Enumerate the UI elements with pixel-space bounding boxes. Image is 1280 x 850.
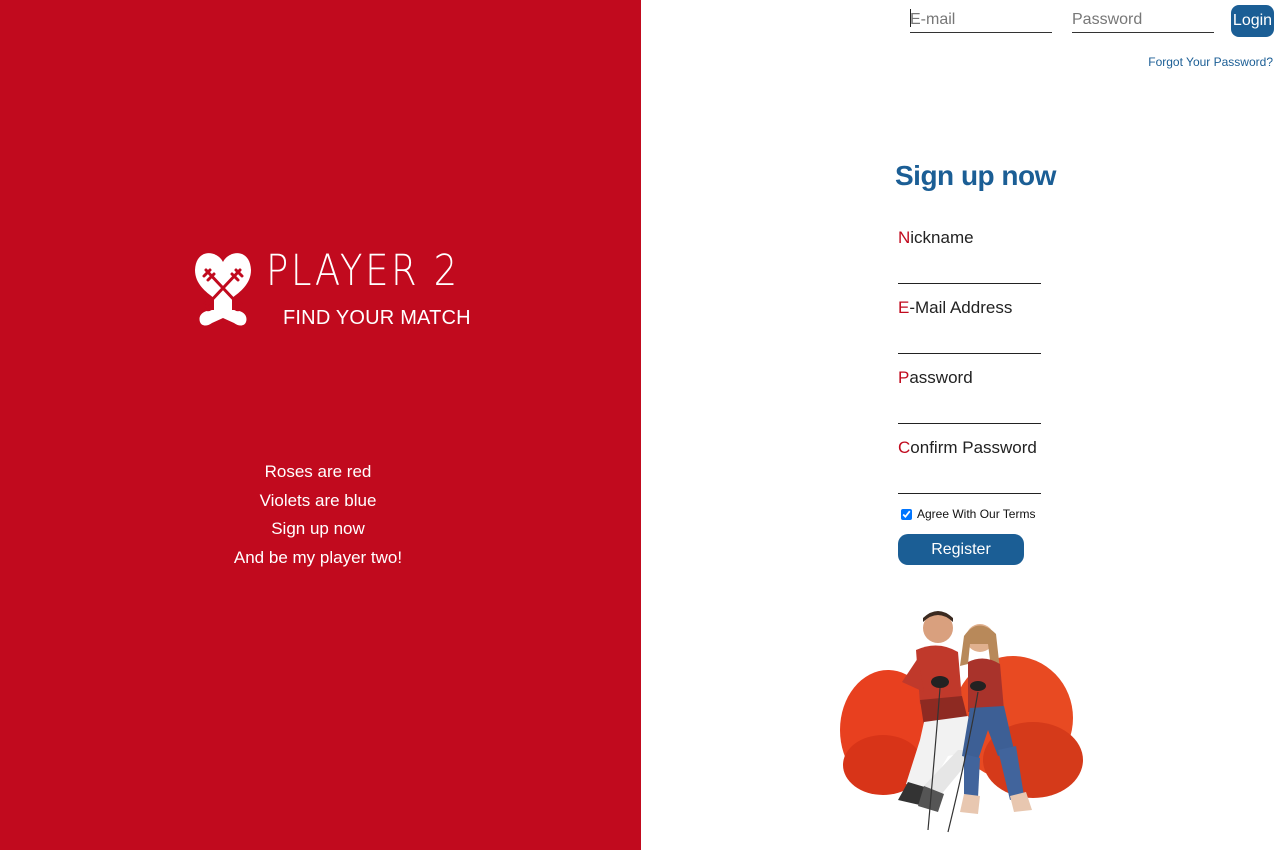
text-caret (910, 9, 911, 27)
heart-keys-icon (195, 253, 251, 326)
label-rest: assword (909, 368, 973, 387)
signup-title: Sign up now (895, 160, 1056, 191)
terms-label: Agree With Our Terms (917, 507, 1036, 521)
terms-checkbox[interactable] (901, 508, 912, 520)
couple-gaming-photo (840, 611, 1083, 833)
label-rest: ickname (910, 228, 974, 247)
brand-title: PLAYER 2 (266, 246, 460, 296)
label-rest: onfirm Password (910, 438, 1037, 457)
label-rest: -Mail Address (909, 298, 1013, 317)
password-label: Password (898, 368, 1041, 388)
poem-line: Sign up now (271, 519, 365, 538)
label-initial: N (898, 228, 911, 247)
nickname-label: Nickname (898, 228, 1041, 248)
nickname-input[interactable] (898, 261, 1041, 284)
password-field: Password (898, 368, 1041, 424)
brand-panel: PLAYER 2 FIND YOUR MATCH Roses are red V… (0, 0, 641, 850)
label-initial: E (898, 298, 910, 317)
poem-line: Roses are red (264, 462, 372, 481)
terms-agreement[interactable]: Agree With Our Terms (900, 507, 1035, 521)
register-button[interactable]: Register (898, 534, 1024, 565)
poem-line: Violets are blue (259, 490, 377, 510)
confirm-password-field: Confirm Password (898, 438, 1041, 494)
label-initial: C (898, 438, 911, 457)
email-label: E-Mail Address (898, 298, 1041, 318)
password-input[interactable] (898, 401, 1041, 424)
email-input[interactable] (898, 331, 1041, 354)
nickname-field: Nickname (898, 228, 1041, 284)
forgot-password-link[interactable]: Forgot Your Password? (1148, 55, 1273, 69)
brand-subtitle: FIND YOUR MATCH (283, 307, 471, 329)
login-email-input[interactable] (910, 6, 1052, 33)
login-button[interactable]: Login (1231, 5, 1274, 37)
email-field: E-Mail Address (898, 298, 1041, 354)
poem-line: And be my player two! (233, 547, 403, 567)
poem: Roses are red Violets are blue Sign up n… (200, 458, 436, 572)
login-password-input[interactable] (1072, 6, 1214, 33)
confirm-password-input[interactable] (898, 471, 1041, 494)
confirm-password-label: Confirm Password (898, 438, 1041, 458)
label-initial: P (898, 368, 910, 387)
